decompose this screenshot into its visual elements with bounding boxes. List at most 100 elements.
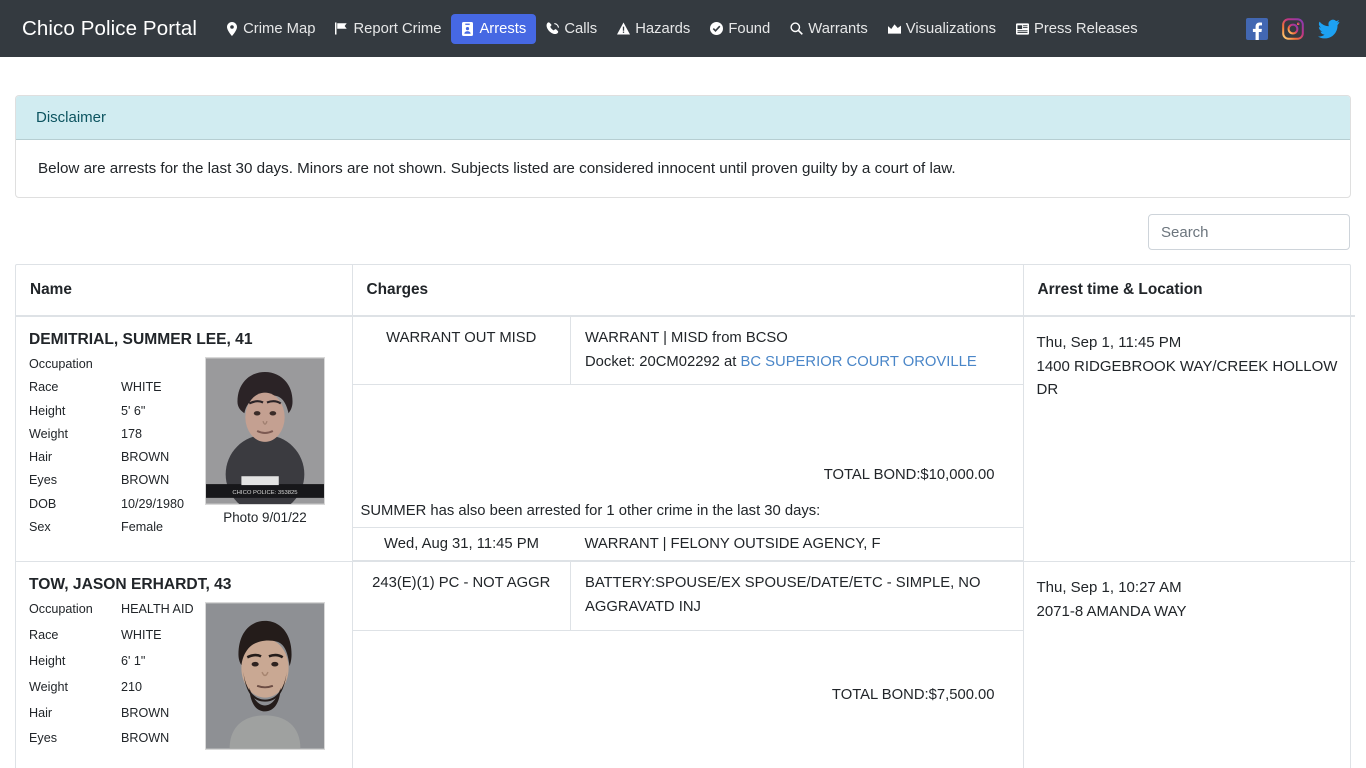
- id-badge-icon: [461, 21, 474, 36]
- nav-item-calls[interactable]: Calls: [536, 14, 607, 44]
- attribute-key: Occupation: [29, 357, 93, 371]
- attribute-key: Height: [29, 403, 66, 418]
- photo-caption: [205, 750, 325, 755]
- charges-spacer: [353, 631, 1023, 677]
- attributes-table: Occupation Race WHITE Height 5' 6" Weigh…: [29, 355, 199, 541]
- column-header-arrest-time[interactable]: Arrest time & Location: [1023, 265, 1355, 317]
- other-crime-description: WARRANT | FELONY OUTSIDE AGENCY, F: [570, 528, 1023, 562]
- other-crime-date: Wed, Aug 31, 11:45 PM: [352, 528, 571, 562]
- attribute-row: Sex Female: [29, 518, 199, 541]
- phone-volume-icon: [546, 21, 560, 36]
- nav-item-label: Found: [728, 20, 771, 37]
- attribute-value: Female: [121, 519, 163, 534]
- person-name: DEMITRIAL, SUMMER LEE, 41: [29, 331, 253, 348]
- attribute-value: [121, 355, 199, 378]
- warning-triangle-icon: [617, 22, 631, 36]
- other-arrests-note: SUMMER has also been arrested for 1 othe…: [352, 493, 1023, 529]
- photo-watermark: CHICO POLICE: 353825: [232, 490, 298, 496]
- attributes-table: Occupation HEALTH AID Race WHITE Height …: [29, 600, 199, 755]
- attribute-row: DOB 10/29/1980: [29, 495, 199, 518]
- nav-links: Crime Map Report Crime Arrests Calls Haz: [215, 13, 1246, 44]
- attribute-key: Race: [29, 628, 59, 643]
- court-link[interactable]: BC SUPERIOR COURT OROVILLE: [740, 354, 976, 370]
- other-crimes-table: Wed, Aug 31, 11:45 PM WARRANT | FELONY O…: [352, 528, 1023, 562]
- charge-code: 243(E)(1) PC - NOT AGGR: [352, 562, 571, 631]
- arrest-location: 2071-8 AMANDA WAY: [1036, 603, 1187, 621]
- attribute-row: Height 6' 1": [29, 652, 199, 678]
- disclaimer-body: Below are arrests for the last 30 days. …: [38, 160, 956, 177]
- attribute-row: Weight 178: [29, 425, 199, 448]
- nav-item-label: Arrests: [479, 20, 527, 37]
- column-header-name[interactable]: Name: [16, 265, 353, 317]
- nav-item-label: Calls: [564, 20, 598, 37]
- flag-icon: [335, 22, 348, 36]
- charge-description: WARRANT | MISD from BCSO Docket: 20CM022…: [570, 317, 1023, 386]
- attribute-value: HEALTH AID: [121, 602, 194, 617]
- charges-spacer: [353, 385, 1023, 457]
- table-header-row: Name Charges Arrest time & Location: [16, 265, 1355, 317]
- arrest-time-cell: Thu, Sep 1, 11:45 PM 1400 RIDGEBROOK WAY…: [1023, 315, 1355, 562]
- attribute-key: Eyes: [29, 473, 57, 488]
- search-input[interactable]: [1148, 214, 1350, 250]
- attribute-value: 210: [121, 679, 143, 694]
- attribute-value: BROWN: [121, 450, 170, 464]
- nav-item-label: Warrants: [808, 20, 868, 37]
- attribute-key: Sex: [29, 519, 51, 534]
- arrests-table-wrapper: Name Charges Arrest time & Location DEMI…: [15, 264, 1355, 768]
- column-header-charges[interactable]: Charges: [352, 265, 1024, 317]
- nav-item-hazards[interactable]: Hazards: [607, 14, 700, 44]
- attribute-value: BROWN: [121, 731, 170, 746]
- table-row: TOW, JASON ERHARDT, 43 Occupation HEALTH…: [16, 561, 1355, 768]
- attribute-row: Eyes BROWN: [29, 471, 199, 494]
- attribute-value: WHITE: [121, 628, 162, 643]
- brand-title[interactable]: Chico Police Portal: [22, 17, 197, 41]
- table-body: DEMITRIAL, SUMMER LEE, 41 Occupation Rac…: [16, 315, 1355, 768]
- check-circle-icon: [710, 22, 724, 36]
- instagram-icon[interactable]: [1282, 17, 1304, 40]
- nav-item-arrests[interactable]: Arrests: [451, 13, 537, 44]
- attribute-key: DOB: [29, 496, 57, 511]
- search-icon: [790, 22, 804, 36]
- arrest-time-cell: Thu, Sep 1, 10:27 AM 2071-8 AMANDA WAY: [1023, 561, 1355, 768]
- nav-item-crime-map[interactable]: Crime Map: [215, 14, 325, 44]
- nav-item-press-releases[interactable]: Press Releases: [1006, 14, 1148, 44]
- nav-item-report-crime[interactable]: Report Crime: [325, 14, 451, 44]
- name-cell: DEMITRIAL, SUMMER LEE, 41 Occupation Rac…: [16, 315, 353, 562]
- attribute-key: Occupation: [29, 602, 93, 617]
- attribute-value: BROWN: [121, 705, 170, 720]
- nav-item-warrants[interactable]: Warrants: [780, 14, 877, 44]
- attribute-value: WHITE: [121, 380, 162, 395]
- nav-item-label: Report Crime: [353, 20, 442, 37]
- charge-docket: Docket: 20CM02292 at BC SUPERIOR COURT O…: [585, 351, 1013, 375]
- top-navbar: Chico Police Portal Crime Map Report Cri…: [0, 0, 1366, 57]
- photo-block: CHICO POLICE: 353825 Photo 9/01/22: [205, 355, 325, 541]
- mugshot-photo[interactable]: [205, 602, 325, 751]
- attribute-row: Height 5' 6": [29, 402, 199, 425]
- attribute-key: Weight: [29, 679, 68, 694]
- attribute-row: Weight 210: [29, 678, 199, 704]
- charge-title: WARRANT | MISD from BCSO: [585, 330, 788, 346]
- nav-item-found[interactable]: Found: [700, 14, 780, 44]
- charge-row: WARRANT OUT MISD WARRANT | MISD from BCS…: [352, 317, 1023, 386]
- charges-cell: 243(E)(1) PC - NOT AGGR BATTERY:SPOUSE/E…: [352, 561, 1024, 768]
- attribute-key: Hair: [29, 705, 53, 720]
- nav-item-visualizations[interactable]: Visualizations: [878, 14, 1006, 44]
- attribute-value: 10/29/1980: [121, 496, 185, 511]
- arrest-location: 1400 RIDGEBROOK WAY/CREEK HOLLOW DR: [1036, 357, 1338, 399]
- arrests-table: Name Charges Arrest time & Location DEMI…: [16, 265, 1355, 768]
- other-crime-row: Wed, Aug 31, 11:45 PM WARRANT | FELONY O…: [352, 528, 1023, 562]
- attribute-value: BROWN: [121, 473, 170, 488]
- nav-item-label: Hazards: [635, 20, 691, 37]
- chart-area-icon: [887, 22, 901, 36]
- person-details: Occupation HEALTH AID Race WHITE Height …: [29, 600, 339, 755]
- mugshot-photo[interactable]: CHICO POLICE: 353825: [205, 357, 325, 505]
- nav-item-label: Visualizations: [905, 20, 996, 37]
- disclaimer-card: Disclaimer Below are arrests for the las…: [15, 95, 1351, 198]
- attribute-value: 178: [121, 426, 143, 441]
- attribute-row: Occupation: [29, 355, 199, 378]
- attribute-key: Height: [29, 654, 66, 668]
- disclaimer-header: Disclaimer: [16, 96, 1350, 140]
- facebook-icon[interactable]: [1246, 17, 1268, 40]
- twitter-icon[interactable]: [1318, 18, 1340, 40]
- attribute-key: Weight: [29, 426, 68, 441]
